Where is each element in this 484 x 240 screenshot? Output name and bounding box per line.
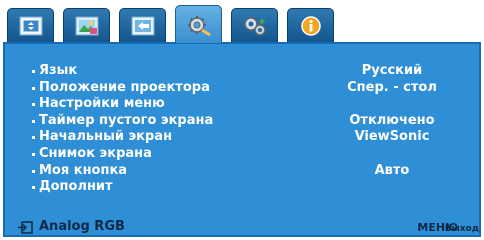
current-source-label: Analog RGB: [39, 219, 125, 234]
exit-hint: Выход: [444, 224, 479, 234]
settings-menu-list: Язык Русский Положение проектора Спер. -…: [5, 63, 479, 196]
picture-icon: [75, 16, 99, 36]
display-icon: [19, 16, 43, 36]
tab-source[interactable]: [119, 8, 166, 42]
tab-advanced-setup[interactable]: [231, 8, 278, 42]
menu-item-label: Положение проектора: [32, 79, 210, 95]
advanced-setup-gears-icon: [243, 16, 266, 36]
menu-item-value: Спер. - стол: [347, 79, 437, 95]
tab-display[interactable]: [7, 8, 54, 42]
menu-item-label: Начальный экран: [31, 129, 173, 145]
menu-item-label: Язык: [31, 63, 78, 78]
information-icon: [301, 16, 321, 36]
menu-item-my-button[interactable]: Моя кнопка Авто: [5, 163, 479, 180]
status-bar: Analog RGB МЕНЮ Выход: [5, 219, 479, 235]
menu-item-value: Авто: [374, 162, 410, 178]
menu-item-blank-timer[interactable]: Таймер пустого экрана Отключено: [5, 113, 479, 130]
menu-item-value: ViewSonic: [354, 129, 430, 145]
menu-item-label: Дополнит: [32, 179, 113, 195]
menu-item-projector-position[interactable]: Положение проектора Спер. - стол: [5, 80, 479, 97]
tab-picture[interactable]: [63, 8, 110, 42]
menu-item-language[interactable]: Язык Русский: [5, 63, 479, 80]
menu-item-label: Снимок экрана: [32, 145, 152, 161]
system-setup-gear-icon: [188, 16, 211, 36]
menu-item-advanced[interactable]: Дополнит: [5, 179, 479, 196]
source-icon: [131, 16, 155, 36]
menu-item-value: Русский: [361, 63, 423, 78]
menu-item-label: Настройки меню: [32, 96, 165, 112]
tab-system-setup[interactable]: [175, 5, 222, 43]
menu-item-label: Таймер пустого экрана: [31, 112, 214, 128]
input-source-icon: [18, 221, 33, 234]
menu-item-label: Моя кнопка: [31, 162, 128, 178]
menu-tab-bar: [0, 0, 484, 43]
tab-information[interactable]: [287, 8, 334, 42]
menu-item-menu-settings[interactable]: Настройки меню: [5, 96, 479, 113]
menu-item-value: Отключено: [349, 112, 435, 128]
menu-item-splash-screen[interactable]: Начальный экран ViewSonic: [5, 129, 479, 146]
osd-menu-panel: Язык Русский Положение проектора Спер. -…: [3, 42, 481, 237]
menu-item-screen-capture[interactable]: Снимок экрана: [5, 146, 479, 163]
